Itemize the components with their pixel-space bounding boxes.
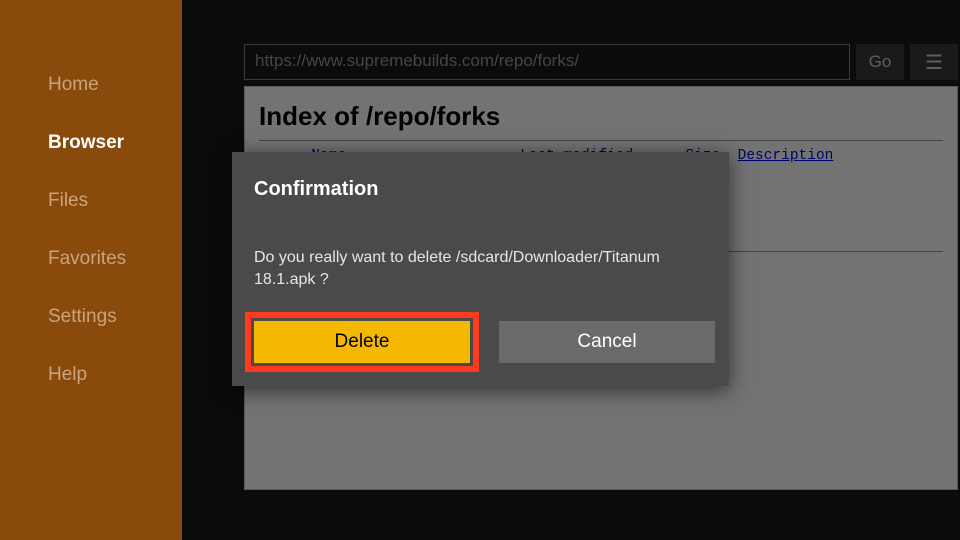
- dialog-message: Do you really want to delete /sdcard/Dow…: [254, 219, 707, 291]
- sidebar-item-browser[interactable]: Browser: [0, 114, 182, 172]
- sidebar-item-help[interactable]: Help: [0, 346, 182, 404]
- cancel-button[interactable]: Cancel: [499, 321, 715, 363]
- dialog-title: Confirmation: [254, 152, 707, 219]
- sidebar-item-settings[interactable]: Settings: [0, 288, 182, 346]
- delete-button-highlight: Delete: [245, 312, 479, 372]
- confirmation-dialog: Confirmation Do you really want to delet…: [232, 152, 729, 386]
- sidebar-item-files[interactable]: Files: [0, 172, 182, 230]
- delete-button[interactable]: Delete: [254, 321, 470, 363]
- sidebar-item-favorites[interactable]: Favorites: [0, 230, 182, 288]
- sidebar-item-home[interactable]: Home: [0, 56, 182, 114]
- dialog-buttons: Delete Cancel: [245, 312, 715, 372]
- sidebar: Home Browser Files Favorites Settings He…: [0, 0, 182, 540]
